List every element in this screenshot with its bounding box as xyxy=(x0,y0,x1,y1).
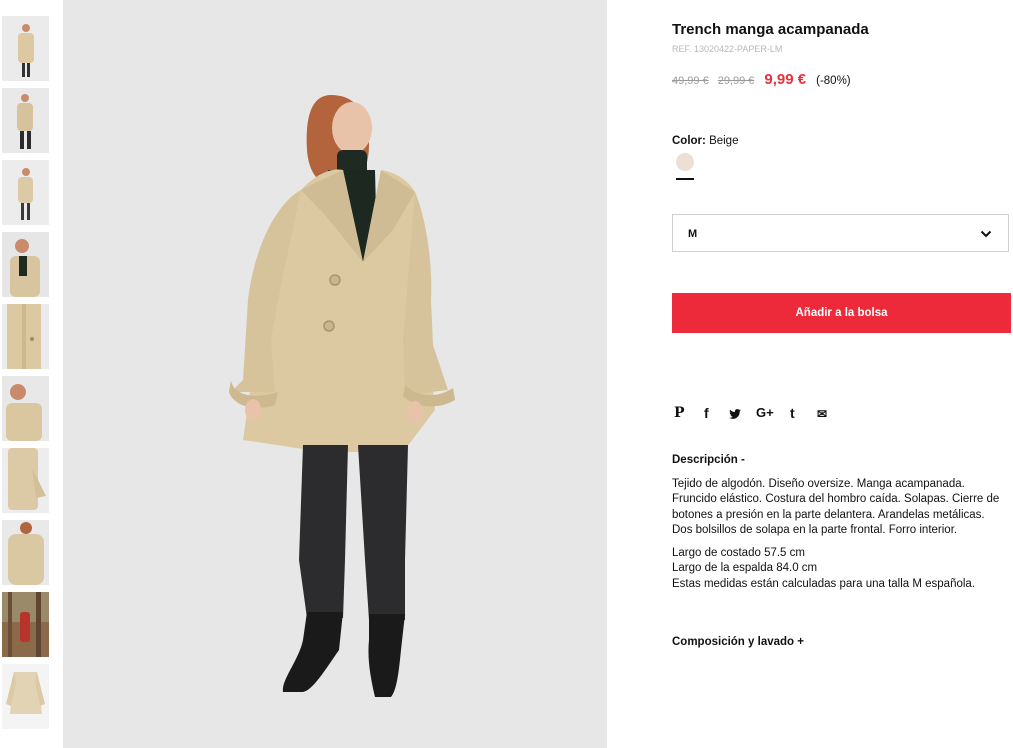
color-value: Beige xyxy=(709,135,739,147)
product-title: Trench manga acampanada xyxy=(672,21,869,38)
selected-swatch-indicator xyxy=(676,178,694,180)
email-icon[interactable]: ✉ xyxy=(817,407,827,421)
thumbnail-1[interactable] xyxy=(2,16,49,81)
thumbnail-5[interactable] xyxy=(2,304,49,369)
original-price: 49,99 € xyxy=(672,75,709,87)
thumbnail-10[interactable] xyxy=(2,664,49,729)
description-body: Tejido de algodón. Diseño oversize. Mang… xyxy=(672,477,1006,592)
size-select[interactable]: M xyxy=(672,214,1009,252)
color-label-key: Color: xyxy=(672,135,706,147)
thumbnail-9[interactable] xyxy=(2,592,49,657)
description-toggle[interactable]: Descripción - xyxy=(672,454,745,466)
color-label: Color: Beige xyxy=(672,135,738,147)
tumblr-icon[interactable]: t xyxy=(790,405,795,421)
thumbnail-8[interactable] xyxy=(2,520,49,585)
thumbnail-4[interactable] xyxy=(2,232,49,297)
sale-price: 9,99 € xyxy=(764,71,807,88)
previous-price: 29,99 € xyxy=(717,75,755,87)
description-text: Tejido de algodón. Diseño oversize. Mang… xyxy=(672,478,1000,536)
color-swatch-beige[interactable] xyxy=(676,153,694,171)
pinterest-icon[interactable]: P xyxy=(674,405,685,421)
thumbnail-3[interactable] xyxy=(2,160,49,225)
discount-badge: (-80%) xyxy=(816,75,851,87)
price-row: 49,99 € 29,99 € 9,99 € (-80%) xyxy=(672,71,851,89)
twitter-icon[interactable] xyxy=(728,405,742,424)
size-selected-value: M xyxy=(688,228,698,240)
add-to-bag-button[interactable]: Añadir a la bolsa xyxy=(672,293,1011,333)
composition-toggle[interactable]: Composición y lavado + xyxy=(672,636,804,648)
measure-note: Estas medidas están calculadas para una … xyxy=(672,577,976,590)
google-plus-icon[interactable]: G+ xyxy=(756,405,774,420)
chevron-down-icon xyxy=(980,227,992,245)
product-image[interactable] xyxy=(63,0,607,748)
thumbnail-7[interactable] xyxy=(2,448,49,513)
facebook-icon[interactable]: f xyxy=(704,405,709,421)
product-ref: REF. 13020422-PAPER-LM xyxy=(672,44,783,54)
measure-side-length: Largo de costado 57.5 cm xyxy=(672,547,805,560)
thumbnail-2[interactable] xyxy=(2,88,49,153)
measure-back-length: Largo de la espalda 84.0 cm xyxy=(672,562,818,575)
thumbnail-6[interactable] xyxy=(2,376,49,441)
